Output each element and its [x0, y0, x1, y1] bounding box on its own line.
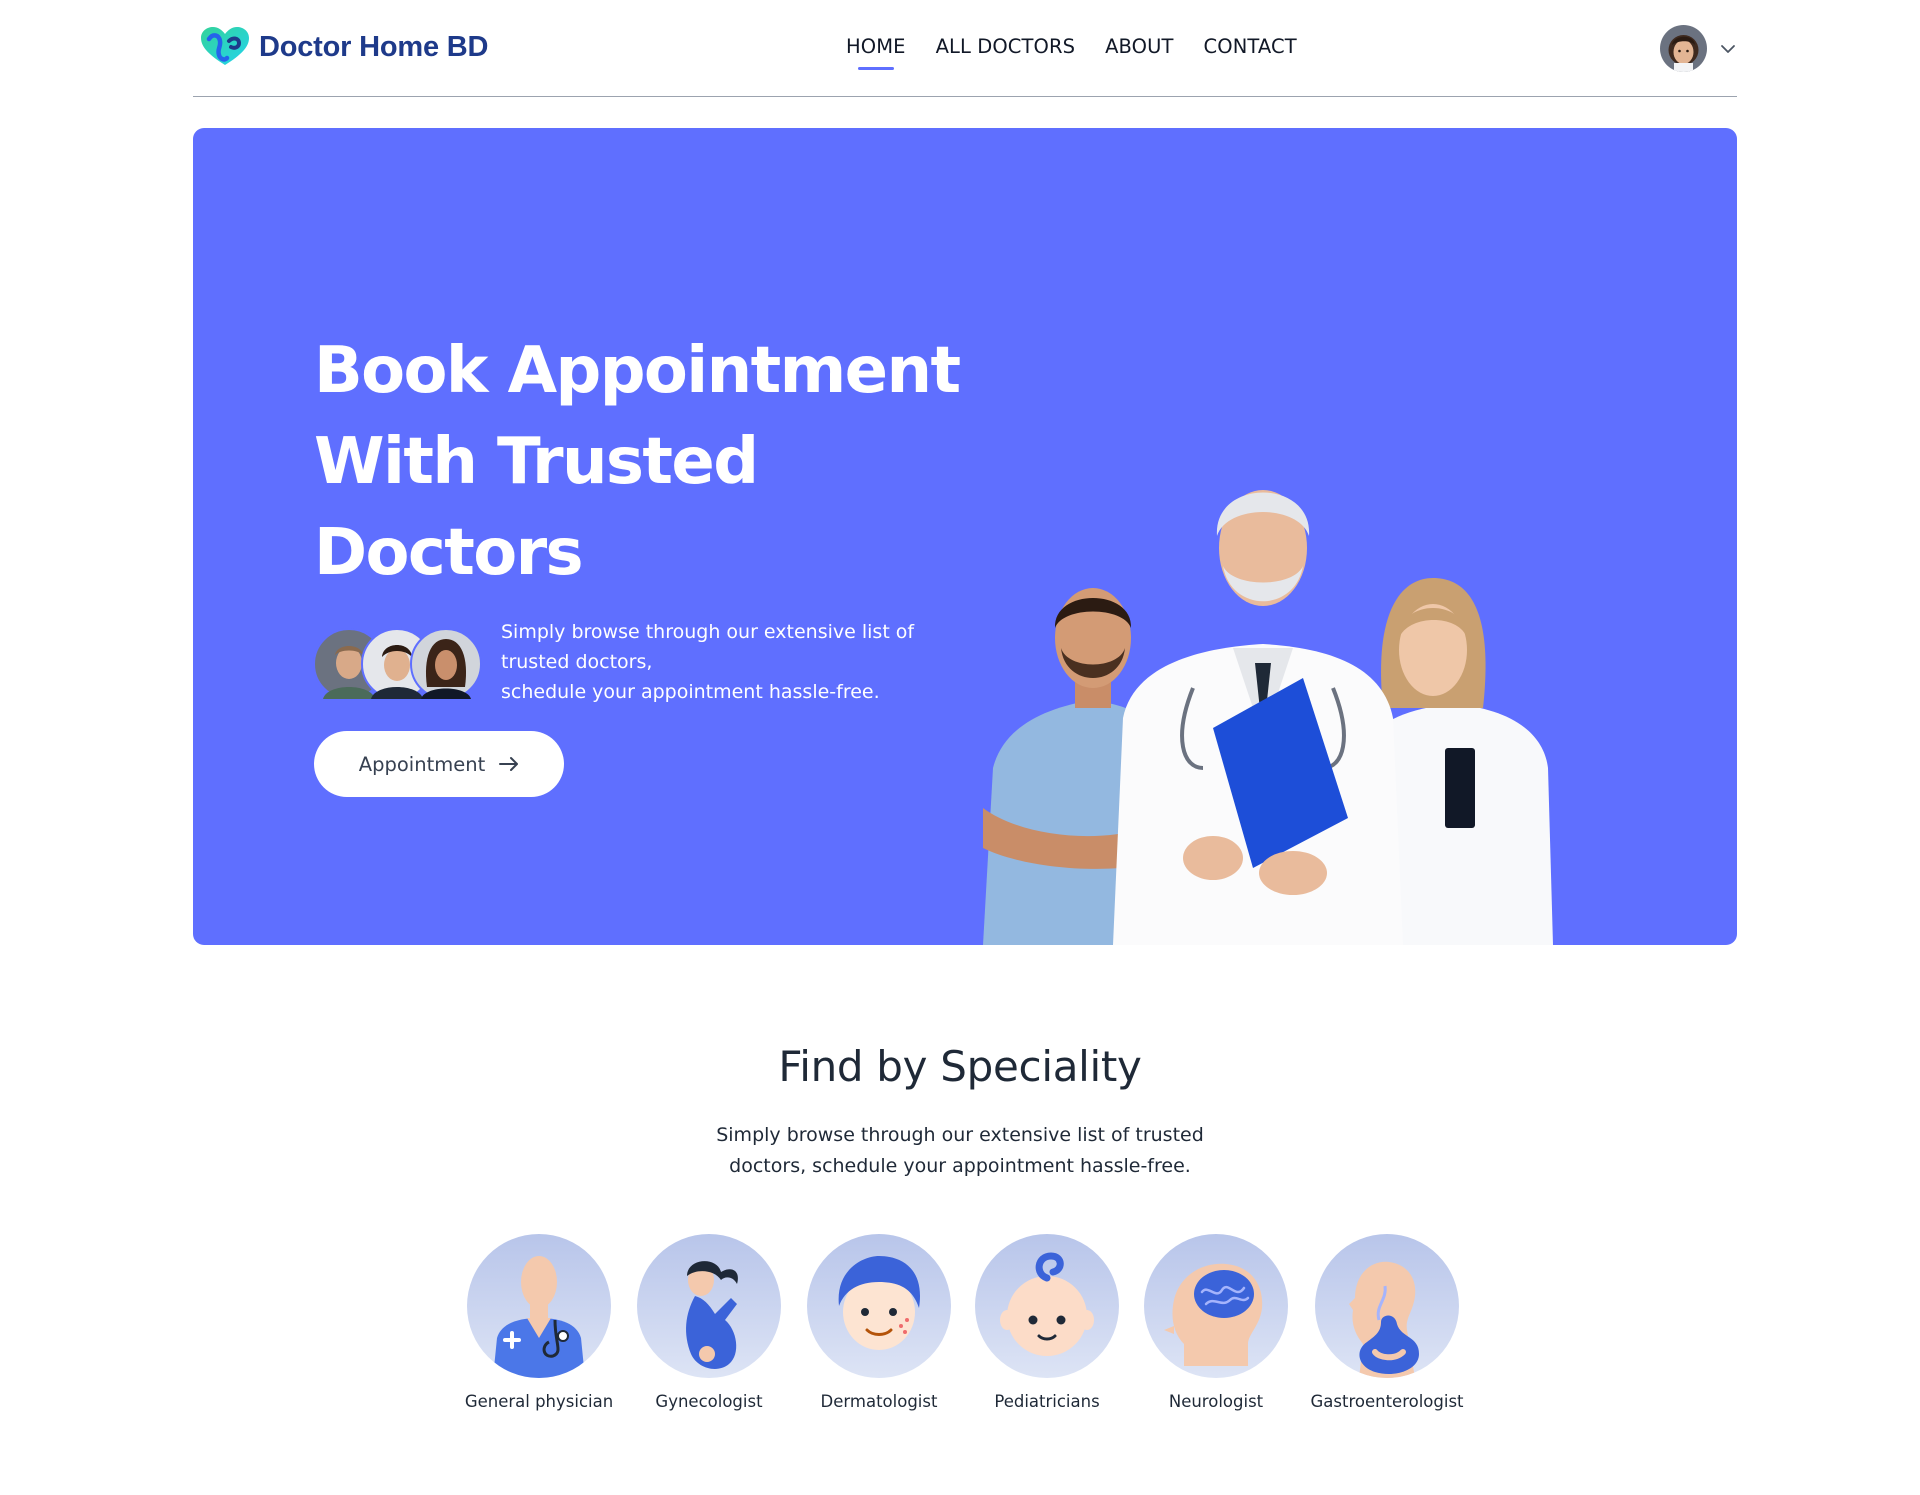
pediatrician-icon	[1000, 1252, 1094, 1356]
hero-title: Book Appointment With Trusted Doctors	[314, 326, 1014, 599]
speciality-icon-circle	[1315, 1234, 1459, 1378]
speciality-list: General physician Gynecologist Dermatolo…	[0, 1234, 1920, 1434]
speciality-label: Neurologist	[1168, 1392, 1264, 1411]
gynecologist-icon	[686, 1261, 738, 1369]
speciality-icon-circle	[467, 1234, 611, 1378]
heart-logo-icon	[201, 27, 249, 65]
brand-logo[interactable]: Doctor Home BD	[199, 25, 488, 69]
profile-menu[interactable]	[1660, 25, 1737, 72]
speciality-icon-circle	[807, 1234, 951, 1378]
speciality-icon-circle	[1144, 1234, 1288, 1378]
appointment-button[interactable]: Appointment	[314, 731, 564, 797]
hero-subtitle-line: Simply browse through our extensive list…	[501, 621, 915, 643]
speciality-label: Dermatologist	[820, 1392, 938, 1411]
user-avatar[interactable]	[1660, 25, 1707, 72]
hero-title-line: With Trusted	[314, 425, 759, 499]
gastroenterologist-icon	[1349, 1261, 1419, 1378]
speciality-general-physician[interactable]: General physician	[444, 1234, 634, 1411]
dermatologist-icon	[838, 1256, 920, 1350]
hero-subtitle-line: trusted doctors,	[501, 651, 653, 673]
speciality-gastroenterologist[interactable]: Gastroenterologist	[1292, 1234, 1482, 1411]
speciality-icon-circle	[975, 1234, 1119, 1378]
nav-home[interactable]: HOME	[846, 35, 906, 70]
speciality-neurologist[interactable]: Neurologist	[1121, 1234, 1311, 1411]
neurologist-icon	[1164, 1263, 1263, 1366]
arrow-right-icon	[499, 757, 519, 771]
speciality-subtitle-line: doctors, schedule your appointment hassl…	[729, 1155, 1191, 1177]
nav-all-doctors[interactable]: ALL DOCTORS	[936, 35, 1076, 58]
doctor-center-figure	[1113, 490, 1403, 945]
nav-about[interactable]: ABOUT	[1105, 35, 1173, 58]
hero-subtitle-line: schedule your appointment hassle-free.	[501, 681, 880, 703]
hero-title-line: Book Appointment	[314, 334, 961, 408]
appointment-button-label: Appointment	[358, 752, 486, 776]
nav-contact[interactable]: CONTACT	[1204, 35, 1297, 58]
main-nav: HOME ALL DOCTORS ABOUT CONTACT	[846, 35, 1297, 70]
speciality-pediatricians[interactable]: Pediatricians	[952, 1234, 1142, 1411]
navbar: Doctor Home BD HOME ALL DOCTORS ABOUT CO…	[193, 0, 1737, 97]
speciality-title: Find by Speciality	[778, 1042, 1142, 1091]
general-physician-icon	[493, 1256, 585, 1378]
speciality-label: Gynecologist	[655, 1392, 763, 1411]
brand-name: Doctor Home BD	[259, 30, 489, 63]
hero-banner: Book Appointment With Trusted Doctors Si…	[193, 128, 1737, 945]
speciality-label: General physician	[464, 1392, 614, 1411]
speciality-gynecologist[interactable]: Gynecologist	[614, 1234, 804, 1411]
hero-title-line: Doctors	[314, 516, 584, 590]
hero-subtitle: Simply browse through our extensive list…	[501, 617, 931, 707]
speciality-subtitle: Simply browse through our extensive list…	[0, 1120, 1920, 1182]
speciality-label: Gastroenterologist	[1310, 1392, 1464, 1411]
speciality-dermatologist[interactable]: Dermatologist	[784, 1234, 974, 1411]
speciality-icon-circle	[637, 1234, 781, 1378]
chevron-down-icon[interactable]	[1719, 40, 1737, 58]
doctors-group-image	[983, 490, 1553, 945]
speciality-subtitle-line: Simply browse through our extensive list…	[716, 1124, 1204, 1146]
group-profiles-image	[313, 628, 482, 700]
user-avatar-icon	[1660, 25, 1707, 72]
speciality-label: Pediatricians	[994, 1392, 1100, 1411]
